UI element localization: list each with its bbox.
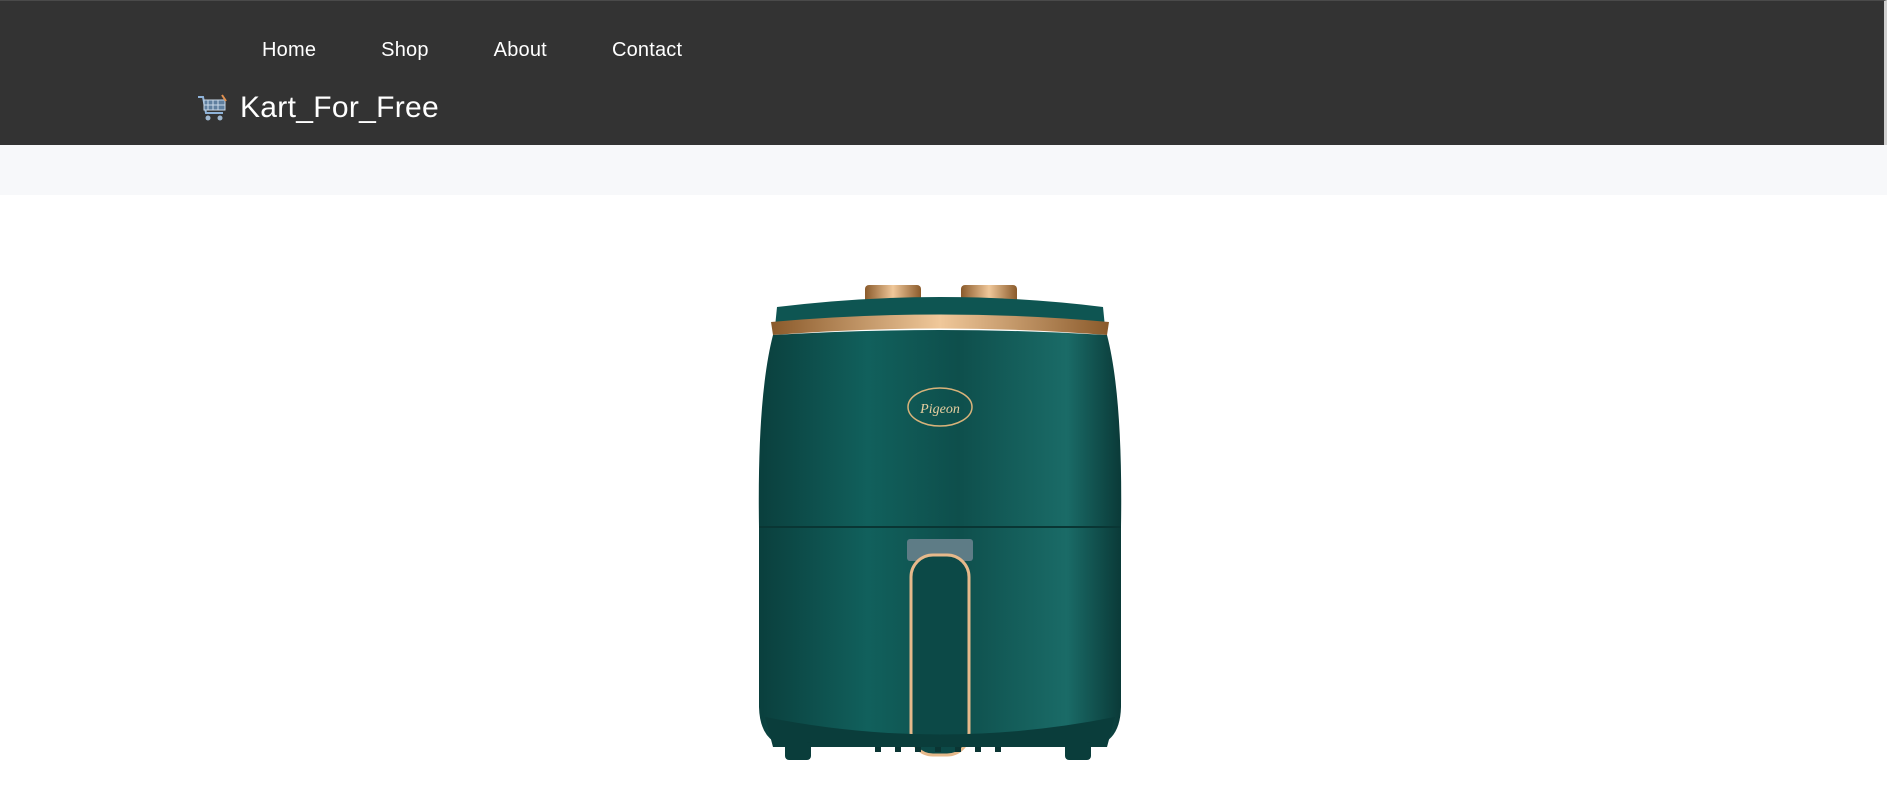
- brand[interactable]: Kart_For_Free: [196, 91, 439, 125]
- nav-home-link[interactable]: Home: [262, 39, 316, 62]
- product-logo-text: Pigeon: [919, 402, 960, 417]
- site-header: Home Shop About Contact Kart_For_Free: [0, 0, 1887, 145]
- nav-about-link[interactable]: About: [494, 39, 547, 62]
- nav-contact-link[interactable]: Contact: [612, 39, 682, 62]
- product-image: Pigeon: [758, 285, 1122, 760]
- nav-shop-link[interactable]: Shop: [381, 39, 429, 62]
- brand-name: Kart_For_Free: [240, 91, 439, 124]
- main-nav: Home Shop About Contact: [262, 39, 747, 62]
- page-band: [0, 145, 1887, 195]
- shopping-cart-icon: [198, 94, 227, 121]
